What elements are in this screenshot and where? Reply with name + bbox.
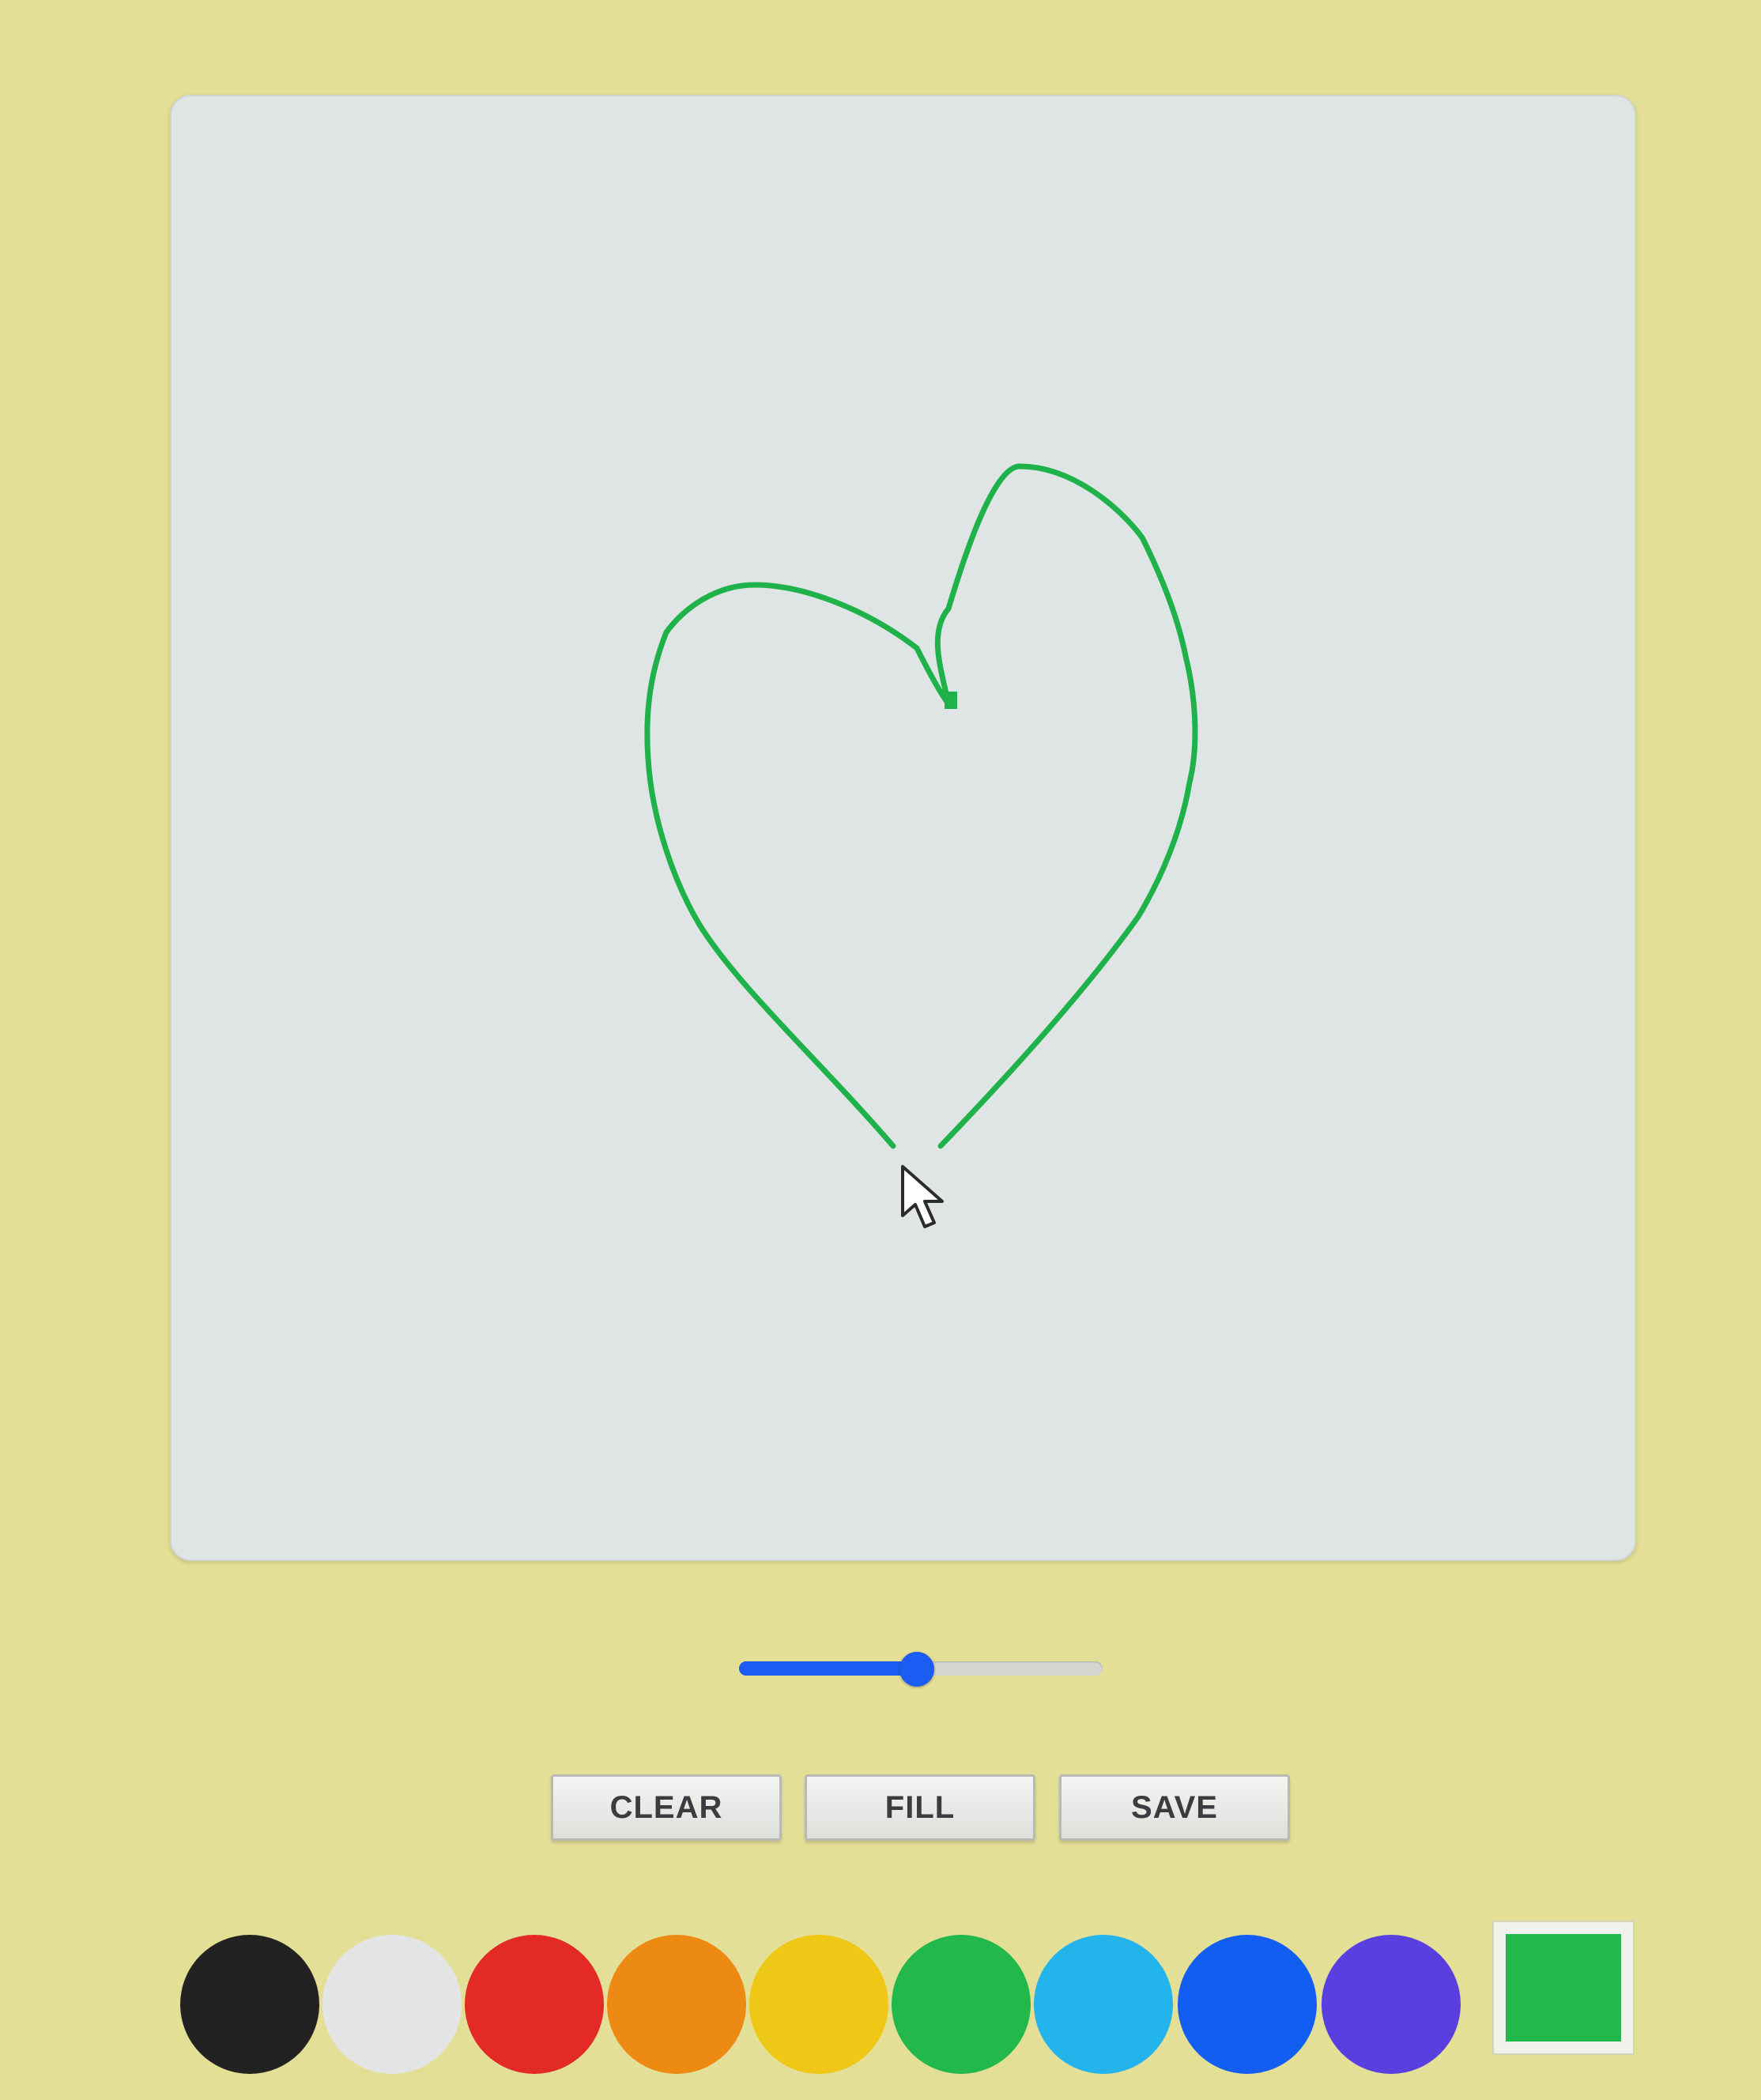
mouse-pointer-icon — [901, 1165, 944, 1228]
color-swatch-yellow[interactable] — [749, 1935, 888, 2074]
color-swatch-black[interactable] — [180, 1935, 319, 2074]
color-swatch-red[interactable] — [465, 1935, 604, 2074]
slider-fill — [739, 1661, 918, 1676]
save-button[interactable]: SAVE — [1059, 1774, 1290, 1841]
color-swatch-white[interactable] — [322, 1935, 462, 2074]
current-color-indicator — [1492, 1921, 1635, 2055]
drawing-layer — [644, 463, 1198, 1149]
heart-stroke-notch — [945, 692, 957, 709]
color-swatch-blue[interactable] — [1178, 1935, 1317, 2074]
color-swatch-green[interactable] — [892, 1935, 1031, 2074]
fill-button[interactable]: FILL — [805, 1774, 1035, 1841]
heart-stroke — [644, 463, 1198, 1149]
slider-thumb[interactable] — [899, 1652, 935, 1687]
brush-size-slider[interactable] — [739, 1652, 1103, 1687]
clear-button[interactable]: CLEAR — [551, 1774, 782, 1841]
color-swatch-orange[interactable] — [607, 1935, 746, 2074]
drawing-canvas[interactable] — [170, 95, 1636, 1561]
current-color-swatch — [1506, 1934, 1621, 2042]
color-swatch-purple[interactable] — [1322, 1935, 1461, 2074]
color-swatch-light-blue[interactable] — [1034, 1935, 1173, 2074]
